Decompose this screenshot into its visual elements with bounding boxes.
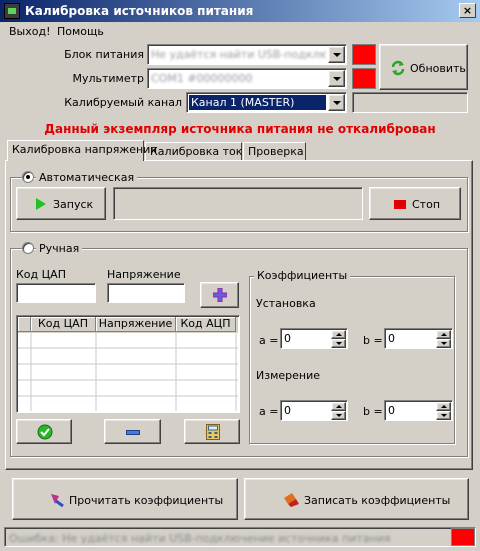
- check-icon: [37, 424, 53, 440]
- menu-exit[interactable]: Выход!: [9, 25, 51, 38]
- spin-down-icon[interactable]: [436, 339, 451, 348]
- channel-combo-value: Канал 1 (MASTER): [189, 95, 326, 110]
- manual-group-title: Ручная: [36, 242, 83, 255]
- voltage-input[interactable]: [107, 283, 185, 303]
- channel-combo[interactable]: Канал 1 (MASTER): [186, 92, 347, 113]
- setup-a-spinner[interactable]: 0: [280, 328, 348, 349]
- write-coefficients-label: Записать коэффициенты: [304, 494, 451, 507]
- spin-up-icon[interactable]: [436, 330, 451, 339]
- setup-a-label: a =: [259, 334, 279, 347]
- title-bar: Калибровка источников питания ×: [0, 0, 480, 22]
- refresh-button-label: Обновить: [410, 62, 466, 75]
- psu-status-indicator: [352, 44, 376, 65]
- status-text: Ошибка: Не удаётся найти USB-подключение…: [9, 532, 391, 545]
- add-point-button[interactable]: [200, 282, 239, 308]
- refresh-button[interactable]: Обновить: [379, 44, 468, 90]
- stop-button[interactable]: Стоп: [369, 187, 461, 220]
- multimeter-combo-value: COM1 #00000000: [151, 72, 253, 85]
- status-indicator: [451, 528, 475, 546]
- read-coefficients-button[interactable]: Прочитать коэффициенты: [12, 478, 238, 520]
- refresh-icon: [391, 60, 405, 76]
- coefficients-title: Коэффициенты: [254, 269, 351, 282]
- col-dac-code[interactable]: Код ЦАП: [31, 317, 96, 332]
- points-table[interactable]: Код ЦАП Напряжение Код АЦП: [16, 315, 240, 413]
- measure-b-label: b =: [363, 405, 383, 418]
- measure-label: Измерение: [256, 369, 321, 382]
- calibration-warning: Данный экземпляр источника питания не от…: [44, 122, 436, 136]
- start-button[interactable]: Запуск: [16, 187, 106, 220]
- minus-icon: [126, 430, 140, 435]
- multimeter-status-indicator: [352, 68, 376, 89]
- channel-label: Калибруемый канал: [64, 96, 182, 109]
- spin-up-icon[interactable]: [331, 402, 346, 411]
- tab-verification[interactable]: Проверка: [243, 142, 306, 161]
- spin-down-icon[interactable]: [331, 339, 346, 348]
- table-corner: [18, 317, 31, 332]
- plus-icon: [213, 288, 227, 302]
- spin-down-icon[interactable]: [436, 411, 451, 420]
- setup-label: Установка: [256, 297, 316, 310]
- psu-label: Блок питания: [64, 48, 144, 61]
- setup-b-value: 0: [388, 332, 395, 345]
- window-title: Калибровка источников питания: [25, 4, 254, 18]
- multimeter-combo[interactable]: COM1 #00000000: [147, 68, 347, 89]
- measure-a-value: 0: [284, 404, 291, 417]
- measure-a-spinner[interactable]: 0: [280, 400, 348, 421]
- voltage-label: Напряжение: [107, 268, 181, 281]
- dac-code-label: Код ЦАП: [16, 268, 66, 281]
- spin-up-icon[interactable]: [436, 402, 451, 411]
- progress-bar: [113, 187, 363, 220]
- table-grid-lines: [18, 333, 238, 411]
- spin-up-icon[interactable]: [331, 330, 346, 339]
- psu-combo-value: Не удаётся найти USB-подключение устройс…: [151, 48, 326, 61]
- auto-radio[interactable]: [22, 171, 34, 183]
- setup-b-label: b =: [363, 334, 383, 347]
- read-coefficients-label: Прочитать коэффициенты: [69, 494, 224, 507]
- setup-a-value: 0: [284, 332, 291, 345]
- write-coefficients-button[interactable]: Записать коэффициенты: [244, 478, 469, 520]
- chevron-down-icon[interactable]: [328, 70, 345, 87]
- spin-down-icon[interactable]: [331, 411, 346, 420]
- chevron-down-icon[interactable]: [328, 46, 345, 63]
- stop-icon: [394, 200, 406, 209]
- measure-a-label: a =: [259, 405, 279, 418]
- manual-radio[interactable]: [22, 242, 34, 254]
- tab-voltage-calibration[interactable]: Калибровка напряжения: [7, 140, 157, 161]
- channel-info-box: [352, 92, 468, 113]
- chevron-down-icon[interactable]: [328, 94, 345, 111]
- menu-bar: Выход! Помощь: [0, 22, 480, 40]
- setup-b-spinner[interactable]: 0: [384, 328, 453, 349]
- points-table-header: Код ЦАП Напряжение Код АЦП: [18, 317, 238, 333]
- multimeter-label: Мультиметр: [72, 72, 144, 85]
- app-icon: [4, 3, 20, 19]
- psu-combo[interactable]: Не удаётся найти USB-подключение устройс…: [147, 44, 347, 65]
- measure-b-spinner[interactable]: 0: [384, 400, 453, 421]
- status-bar: Ошибка: Не удаётся найти USB-подключение…: [4, 527, 476, 547]
- tab-current-calibration[interactable]: Калибровка тока: [145, 142, 249, 161]
- apply-button[interactable]: [16, 419, 72, 444]
- stop-button-label: Стоп: [412, 198, 441, 211]
- close-button[interactable]: ×: [459, 3, 476, 18]
- read-icon: [51, 494, 64, 508]
- start-button-label: Запуск: [53, 198, 94, 211]
- play-icon: [36, 198, 46, 210]
- dac-code-input[interactable]: [16, 283, 96, 303]
- measure-b-value: 0: [388, 404, 395, 417]
- calculator-icon: [206, 424, 220, 440]
- col-adc-code[interactable]: Код АЦП: [176, 317, 236, 332]
- auto-group-title: Автоматическая: [36, 171, 138, 184]
- write-icon: [284, 493, 299, 507]
- col-voltage[interactable]: Напряжение: [96, 317, 176, 332]
- calculate-button[interactable]: [184, 419, 240, 444]
- menu-help[interactable]: Помощь: [57, 25, 104, 38]
- remove-point-button[interactable]: [104, 419, 161, 444]
